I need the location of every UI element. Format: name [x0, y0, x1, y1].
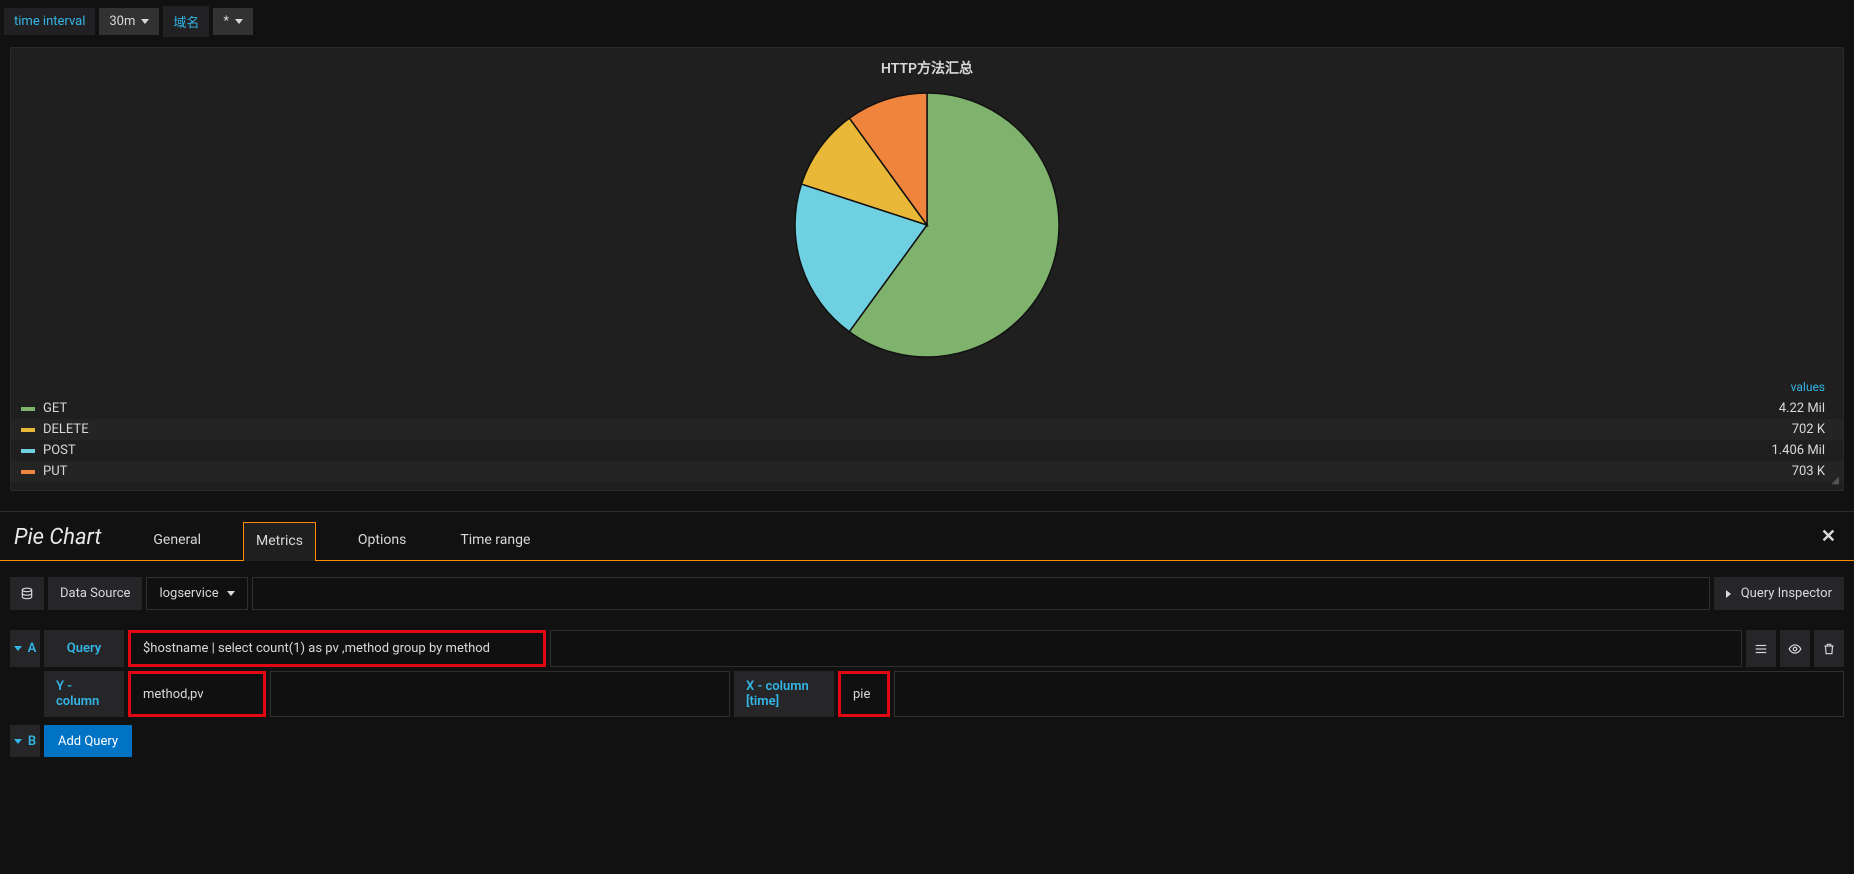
- legend-row-put[interactable]: PUT 703 K: [11, 461, 1843, 482]
- chart-panel: HTTP方法汇总 valuesGET4.22 MilDELETE702 KPOS…: [10, 47, 1844, 491]
- y-column-value: method,pv: [143, 687, 204, 702]
- resize-handle-icon[interactable]: ◢: [1831, 475, 1839, 486]
- variable-toolbar: time interval 30m 域名 *: [0, 0, 1854, 43]
- tab-options[interactable]: Options: [346, 522, 418, 560]
- legend-swatch: [21, 428, 35, 432]
- y-column-input-rest[interactable]: [270, 671, 730, 717]
- legend-value: 702 K: [1000, 419, 1843, 440]
- legend-swatch: [21, 449, 35, 453]
- domain-value: *: [223, 14, 229, 29]
- eye-icon: [1788, 642, 1802, 656]
- query-letter-b: B: [28, 734, 36, 749]
- query-input-rest[interactable]: [550, 630, 1742, 667]
- tab-time-range[interactable]: Time range: [448, 522, 542, 560]
- legend-table: values GET 4.22 Mil DELETE 702 K POST 1.406 Mi…: [11, 376, 1843, 482]
- time-interval-select[interactable]: 30m: [99, 8, 159, 35]
- query-inspector-button[interactable]: Query Inspector: [1714, 577, 1844, 610]
- time-interval-value: 30m: [109, 14, 135, 29]
- chevron-down-icon: [141, 19, 149, 24]
- menu-icon: [1754, 642, 1768, 656]
- x-column-label: X - column [time]: [734, 671, 834, 717]
- legend-row-post[interactable]: POST 1.406 Mil: [11, 440, 1843, 461]
- query-inspector-label: Query Inspector: [1741, 586, 1832, 601]
- query-visibility-button[interactable]: [1780, 630, 1810, 667]
- datasource-select[interactable]: logservice: [146, 577, 247, 610]
- spacer: [10, 671, 40, 717]
- legend-value: 1.406 Mil: [1000, 440, 1843, 461]
- y-column-input[interactable]: method,pv: [128, 671, 266, 717]
- legend-header: values: [11, 376, 1843, 398]
- query-delete-button[interactable]: [1814, 630, 1844, 667]
- query-toggle-b[interactable]: B: [10, 725, 40, 757]
- chevron-down-icon: [227, 591, 235, 596]
- legend-name: DELETE: [43, 422, 89, 437]
- legend-swatch: [21, 407, 35, 411]
- add-query-button[interactable]: Add Query: [44, 725, 132, 757]
- panel-editor-tabs: Pie Chart General Metrics Options Time r…: [0, 511, 1854, 561]
- editor-title: Pie Chart: [14, 525, 101, 558]
- query-input-text: $hostname | select count(1) as pv ,metho…: [143, 641, 490, 656]
- values-header[interactable]: values: [1000, 376, 1843, 398]
- x-column-input-rest[interactable]: [894, 671, 1844, 717]
- query-letter-a: A: [28, 641, 37, 656]
- legend-name: GET: [43, 401, 67, 416]
- datasource-label: Data Source: [48, 577, 142, 610]
- legend-name: PUT: [43, 464, 67, 479]
- query-toggle-a[interactable]: A: [10, 630, 40, 667]
- legend-value: 4.22 Mil: [1000, 398, 1843, 419]
- add-query-label: Add Query: [58, 734, 118, 749]
- query-row-a: A Query $hostname | select count(1) as p…: [0, 618, 1854, 725]
- datasource-value: logservice: [159, 586, 218, 601]
- x-column-input[interactable]: pie: [838, 671, 890, 717]
- tab-metrics[interactable]: Metrics: [243, 522, 316, 561]
- chevron-down-icon: [235, 19, 243, 24]
- query-label: Query: [44, 630, 124, 667]
- chevron-down-icon: [14, 646, 22, 651]
- x-column-value: pie: [853, 687, 870, 702]
- domain-select[interactable]: *: [213, 8, 253, 35]
- legend-swatch: [21, 470, 35, 474]
- chevron-down-icon: [14, 739, 22, 744]
- panel-title: HTTP方法汇总: [11, 48, 1843, 88]
- tab-general[interactable]: General: [141, 522, 213, 560]
- legend-value: 703 K: [1000, 461, 1843, 482]
- legend-row-get[interactable]: GET 4.22 Mil: [11, 398, 1843, 419]
- trash-icon: [1822, 642, 1836, 656]
- query-row-b: B Add Query: [0, 725, 1854, 765]
- query-menu-button[interactable]: [1746, 630, 1776, 667]
- datasource-icon[interactable]: [10, 577, 44, 610]
- pie-chart: [11, 88, 1843, 370]
- close-icon[interactable]: ✕: [1821, 526, 1836, 547]
- database-icon: [20, 587, 34, 601]
- legend-row-delete[interactable]: DELETE 702 K: [11, 419, 1843, 440]
- query-input[interactable]: $hostname | select count(1) as pv ,metho…: [128, 630, 546, 667]
- time-interval-label: time interval: [4, 8, 95, 35]
- y-column-label: Y - column: [44, 671, 124, 717]
- chevron-right-icon: [1726, 590, 1731, 598]
- datasource-spacer: [252, 577, 1710, 610]
- datasource-row: Data Source logservice Query Inspector: [0, 561, 1854, 618]
- domain-label: 域名: [163, 6, 209, 37]
- legend-name: POST: [43, 443, 76, 458]
